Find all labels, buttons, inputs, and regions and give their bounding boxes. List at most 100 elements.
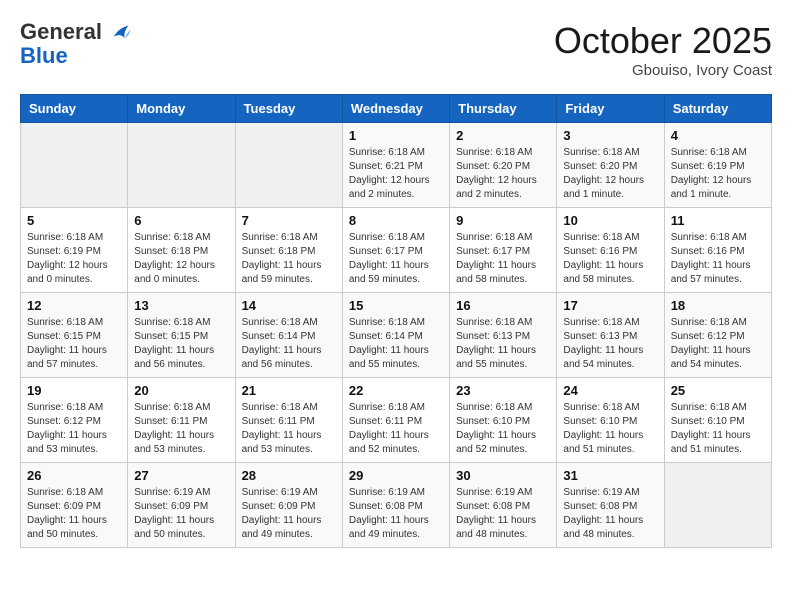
day-info: Sunrise: 6:18 AM Sunset: 6:13 PM Dayligh…: [456, 316, 550, 372]
day-info: Sunrise: 6:18 AM Sunset: 6:14 PM Dayligh…: [242, 316, 336, 372]
day-number: 4: [671, 128, 765, 143]
day-number: 10: [563, 213, 657, 228]
calendar-cell: 10 Sunrise: 6:18 AM Sunset: 6:16 PM Dayli…: [557, 208, 664, 293]
day-info: Sunrise: 6:19 AM Sunset: 6:08 PM Dayligh…: [456, 486, 550, 542]
day-number: 30: [456, 468, 550, 483]
column-header-tuesday: Tuesday: [235, 95, 342, 123]
calendar-cell: [664, 463, 771, 548]
day-number: 2: [456, 128, 550, 143]
calendar-table: SundayMondayTuesdayWednesdayThursdayFrid…: [20, 94, 772, 548]
day-info: Sunrise: 6:18 AM Sunset: 6:10 PM Dayligh…: [671, 401, 765, 457]
day-info: Sunrise: 6:18 AM Sunset: 6:11 PM Dayligh…: [134, 401, 228, 457]
calendar-cell: 13 Sunrise: 6:18 AM Sunset: 6:15 PM Dayli…: [128, 293, 235, 378]
calendar-cell: 8 Sunrise: 6:18 AM Sunset: 6:17 PM Daylig…: [342, 208, 449, 293]
day-number: 13: [134, 298, 228, 313]
month-title: October 2025: [554, 20, 772, 62]
calendar-cell: 3Sunrise: 6:18 AM Sunset: 6:20 PM Daylig…: [557, 123, 664, 208]
location-subtitle: Gbouiso, Ivory Coast: [554, 62, 772, 79]
calendar-cell: 27Sunrise: 6:19 AM Sunset: 6:09 PM Dayli…: [128, 463, 235, 548]
calendar-cell: 12 Sunrise: 6:18 AM Sunset: 6:15 PM Dayli…: [21, 293, 128, 378]
day-number: 3: [563, 128, 657, 143]
logo-text: General: [20, 20, 132, 44]
day-number: 6: [134, 213, 228, 228]
column-header-wednesday: Wednesday: [342, 95, 449, 123]
column-header-thursday: Thursday: [450, 95, 557, 123]
day-number: 15: [349, 298, 443, 313]
day-number: 7: [242, 213, 336, 228]
calendar-cell: 30 Sunrise: 6:19 AM Sunset: 6:08 PM Dayli…: [450, 463, 557, 548]
calendar-cell: 15 Sunrise: 6:18 AM Sunset: 6:14 PM Dayli…: [342, 293, 449, 378]
title-block: October 2025 Gbouiso, Ivory Coast: [554, 20, 772, 79]
logo-bird-icon: [110, 22, 132, 44]
calendar-cell: 14Sunrise: 6:18 AM Sunset: 6:14 PM Dayli…: [235, 293, 342, 378]
column-header-sunday: Sunday: [21, 95, 128, 123]
calendar-cell: 19Sunrise: 6:18 AM Sunset: 6:12 PM Dayli…: [21, 378, 128, 463]
day-info: Sunrise: 6:18 AM Sunset: 6:18 PM Dayligh…: [242, 231, 336, 287]
column-header-monday: Monday: [128, 95, 235, 123]
day-number: 29: [349, 468, 443, 483]
calendar-header-row: SundayMondayTuesdayWednesdayThursdayFrid…: [21, 95, 772, 123]
day-info: Sunrise: 6:19 AM Sunset: 6:09 PM Dayligh…: [134, 486, 228, 542]
day-info: Sunrise: 6:18 AM Sunset: 6:10 PM Dayligh…: [563, 401, 657, 457]
day-info: Sunrise: 6:18 AM Sunset: 6:20 PM Dayligh…: [456, 146, 550, 202]
day-number: 23: [456, 383, 550, 398]
day-number: 12: [27, 298, 121, 313]
day-info: Sunrise: 6:18 AM Sunset: 6:09 PM Dayligh…: [27, 486, 121, 542]
calendar-cell: [235, 123, 342, 208]
day-info: Sunrise: 6:18 AM Sunset: 6:16 PM Dayligh…: [563, 231, 657, 287]
day-info: Sunrise: 6:19 AM Sunset: 6:08 PM Dayligh…: [349, 486, 443, 542]
day-number: 21: [242, 383, 336, 398]
calendar-cell: 5 Sunrise: 6:18 AM Sunset: 6:19 PM Daylig…: [21, 208, 128, 293]
calendar-week-row: 5 Sunrise: 6:18 AM Sunset: 6:19 PM Daylig…: [21, 208, 772, 293]
day-number: 31: [563, 468, 657, 483]
page-header: General Blue October 2025 Gbouiso, Ivory…: [20, 20, 772, 79]
calendar-cell: 7 Sunrise: 6:18 AM Sunset: 6:18 PM Daylig…: [235, 208, 342, 293]
day-info: Sunrise: 6:18 AM Sunset: 6:15 PM Dayligh…: [134, 316, 228, 372]
day-number: 20: [134, 383, 228, 398]
column-header-friday: Friday: [557, 95, 664, 123]
day-number: 8: [349, 213, 443, 228]
day-number: 17: [563, 298, 657, 313]
calendar-cell: 21Sunrise: 6:18 AM Sunset: 6:11 PM Dayli…: [235, 378, 342, 463]
day-info: Sunrise: 6:18 AM Sunset: 6:13 PM Dayligh…: [563, 316, 657, 372]
day-info: Sunrise: 6:18 AM Sunset: 6:15 PM Dayligh…: [27, 316, 121, 372]
calendar-cell: 22Sunrise: 6:18 AM Sunset: 6:11 PM Dayli…: [342, 378, 449, 463]
day-number: 18: [671, 298, 765, 313]
day-number: 16: [456, 298, 550, 313]
day-number: 9: [456, 213, 550, 228]
calendar-cell: 2 Sunrise: 6:18 AM Sunset: 6:20 PM Daylig…: [450, 123, 557, 208]
day-info: Sunrise: 6:18 AM Sunset: 6:14 PM Dayligh…: [349, 316, 443, 372]
day-info: Sunrise: 6:18 AM Sunset: 6:19 PM Dayligh…: [27, 231, 121, 287]
calendar-cell: 16 Sunrise: 6:18 AM Sunset: 6:13 PM Dayli…: [450, 293, 557, 378]
day-number: 22: [349, 383, 443, 398]
calendar-cell: [21, 123, 128, 208]
logo-sub-text: Blue: [20, 44, 132, 68]
calendar-week-row: 19Sunrise: 6:18 AM Sunset: 6:12 PM Dayli…: [21, 378, 772, 463]
calendar-cell: 9Sunrise: 6:18 AM Sunset: 6:17 PM Daylig…: [450, 208, 557, 293]
calendar-cell: 20 Sunrise: 6:18 AM Sunset: 6:11 PM Dayli…: [128, 378, 235, 463]
day-number: 24: [563, 383, 657, 398]
day-info: Sunrise: 6:18 AM Sunset: 6:17 PM Dayligh…: [349, 231, 443, 287]
day-info: Sunrise: 6:18 AM Sunset: 6:10 PM Dayligh…: [456, 401, 550, 457]
day-number: 11: [671, 213, 765, 228]
calendar-week-row: 1 Sunrise: 6:18 AM Sunset: 6:21 PM Daylig…: [21, 123, 772, 208]
logo: General Blue: [20, 20, 132, 68]
day-info: Sunrise: 6:18 AM Sunset: 6:21 PM Dayligh…: [349, 146, 443, 202]
calendar-cell: 4 Sunrise: 6:18 AM Sunset: 6:19 PM Daylig…: [664, 123, 771, 208]
day-info: Sunrise: 6:18 AM Sunset: 6:12 PM Dayligh…: [671, 316, 765, 372]
calendar-cell: 24 Sunrise: 6:18 AM Sunset: 6:10 PM Dayli…: [557, 378, 664, 463]
calendar-week-row: 12 Sunrise: 6:18 AM Sunset: 6:15 PM Dayli…: [21, 293, 772, 378]
calendar-cell: [128, 123, 235, 208]
calendar-week-row: 26 Sunrise: 6:18 AM Sunset: 6:09 PM Dayli…: [21, 463, 772, 548]
day-info: Sunrise: 6:19 AM Sunset: 6:08 PM Dayligh…: [563, 486, 657, 542]
calendar-cell: 31 Sunrise: 6:19 AM Sunset: 6:08 PM Dayli…: [557, 463, 664, 548]
day-number: 1: [349, 128, 443, 143]
calendar-cell: 18 Sunrise: 6:18 AM Sunset: 6:12 PM Dayli…: [664, 293, 771, 378]
day-number: 5: [27, 213, 121, 228]
column-header-saturday: Saturday: [664, 95, 771, 123]
day-number: 26: [27, 468, 121, 483]
day-number: 28: [242, 468, 336, 483]
day-info: Sunrise: 6:18 AM Sunset: 6:18 PM Dayligh…: [134, 231, 228, 287]
calendar-cell: 11Sunrise: 6:18 AM Sunset: 6:16 PM Dayli…: [664, 208, 771, 293]
day-info: Sunrise: 6:18 AM Sunset: 6:19 PM Dayligh…: [671, 146, 765, 202]
